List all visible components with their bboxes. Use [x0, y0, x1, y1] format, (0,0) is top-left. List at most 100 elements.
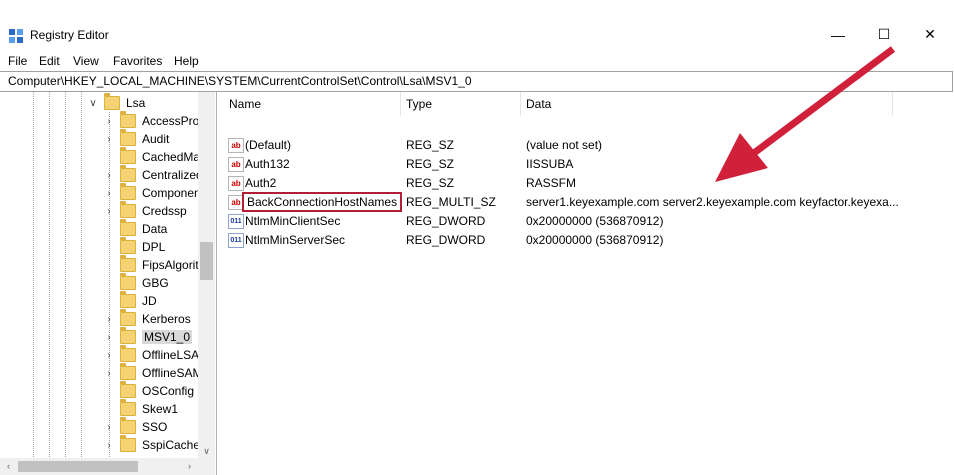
binary-value-icon: 011 — [228, 233, 244, 248]
value-name: Auth132 — [245, 157, 290, 171]
minimize-button[interactable]: — — [815, 18, 861, 51]
value-data: RASSFM — [526, 176, 577, 190]
folder-icon — [120, 183, 136, 200]
tree-item-label: Componen — [142, 186, 201, 200]
list-header: Name Type Data — [220, 92, 893, 116]
chevron-right-icon[interactable]: › — [104, 368, 114, 379]
tree-item[interactable]: Data — [104, 219, 167, 238]
tree-item[interactable]: DPL — [104, 237, 165, 256]
folder-icon — [120, 435, 136, 452]
scrollbar-corner — [198, 458, 215, 475]
value-data: 0x20000000 (536870912) — [526, 214, 664, 228]
folder-icon — [120, 255, 136, 272]
tree-item-lsa[interactable]: ∨ Lsa — [88, 93, 145, 112]
menu-edit[interactable]: Edit — [39, 54, 60, 68]
folder-icon — [120, 399, 136, 416]
tree-item[interactable]: OSConfig — [104, 381, 194, 400]
tree-item-selected[interactable]: › MSV1_0 — [104, 327, 193, 346]
menu-help[interactable]: Help — [174, 54, 199, 68]
chevron-right-icon[interactable]: › — [104, 332, 114, 343]
value-type: REG_SZ — [406, 157, 455, 171]
tree-item[interactable]: › Audit — [104, 129, 169, 148]
list-item[interactable]: ab Auth2 REG_SZ RASSFM — [220, 174, 954, 193]
folder-icon — [120, 327, 136, 344]
binary-value-icon: 011 — [228, 214, 244, 229]
column-header-type[interactable]: Type — [406, 97, 432, 111]
chevron-right-icon[interactable]: › — [104, 170, 114, 181]
chevron-right-icon[interactable]: › — [104, 314, 114, 325]
scroll-left-icon[interactable]: ‹ — [0, 458, 17, 475]
tree-item[interactable]: FipsAlgorit — [104, 255, 199, 274]
list-item-highlighted[interactable]: ab BackConnectionHostNames REG_MULTI_SZ … — [220, 192, 954, 212]
value-data: IISSUBA — [526, 157, 574, 171]
folder-icon — [120, 237, 136, 254]
tree-item-label: GBG — [142, 276, 169, 290]
chevron-right-icon[interactable]: › — [104, 134, 114, 145]
list-item[interactable]: 011 NtlmMinServerSec REG_DWORD 0x2000000… — [220, 231, 954, 250]
string-value-icon: ab — [228, 138, 244, 153]
tree-item[interactable]: › OfflineSAM — [104, 363, 202, 382]
tree-horizontal-scrollbar[interactable]: ‹ › — [0, 458, 198, 475]
chevron-down-icon[interactable]: ∨ — [88, 98, 98, 109]
list-item[interactable]: ab (Default) REG_SZ (value not set) — [220, 136, 954, 155]
address-path: Computer\HKEY_LOCAL_MACHINE\SYSTEM\Curre… — [8, 74, 472, 88]
folder-icon — [120, 309, 136, 326]
scroll-right-icon[interactable]: › — [181, 458, 198, 475]
value-name: BackConnectionHostNames — [241, 192, 403, 212]
window-title: Registry Editor — [30, 28, 109, 42]
tree-item[interactable]: CachedMac — [104, 147, 207, 166]
column-header-name[interactable]: Name — [229, 97, 261, 111]
menu-favorites[interactable]: Favorites — [113, 54, 162, 68]
folder-icon — [104, 93, 120, 110]
tree-item[interactable]: › Kerberos — [104, 309, 191, 328]
tree-item[interactable]: › AccessProv — [104, 111, 205, 130]
close-button[interactable]: ✕ — [907, 18, 953, 51]
tree-vertical-scrollbar[interactable]: ∨ — [198, 92, 215, 460]
list-item[interactable]: ab Auth132 REG_SZ IISSUBA — [220, 155, 954, 174]
chevron-right-icon[interactable]: › — [104, 188, 114, 199]
scrollbar-thumb[interactable] — [200, 242, 213, 280]
tree-item[interactable]: › Credssp — [104, 201, 187, 220]
close-icon: ✕ — [924, 26, 936, 42]
string-value-icon: ab — [228, 157, 244, 172]
tree-item-label: SSO — [142, 420, 168, 434]
folder-icon — [120, 417, 136, 434]
registry-editor-window: Registry Editor — ☐ ✕ File Edit View Fav… — [0, 18, 954, 475]
tree-item[interactable]: › Centralized — [104, 165, 203, 184]
tree-item-label: Kerberos — [142, 312, 191, 326]
values-list: Name Type Data ab (Default) REG_SZ (valu… — [220, 92, 954, 475]
tree-item[interactable]: Skew1 — [104, 399, 178, 418]
maximize-icon: ☐ — [877, 26, 891, 42]
value-name: (Default) — [245, 138, 292, 152]
tree-item[interactable]: JD — [104, 291, 157, 310]
tree-item-label: SspiCache — [142, 438, 201, 452]
scrollbar-thumb[interactable] — [18, 461, 138, 472]
registry-tree: ∨ Lsa › AccessProv › Audit CachedMac › Cent… — [0, 92, 217, 475]
menu-view[interactable]: View — [73, 54, 99, 68]
folder-icon — [120, 291, 136, 308]
chevron-right-icon[interactable]: › — [104, 422, 114, 433]
menu-bar: File Edit View Favorites Help — [0, 52, 954, 72]
value-name: NtlmMinServerSec — [245, 233, 346, 247]
chevron-right-icon[interactable]: › — [104, 350, 114, 361]
value-type: REG_MULTI_SZ — [406, 195, 496, 209]
tree-item[interactable]: › Componen — [104, 183, 201, 202]
tree-item-label: CachedMac — [142, 150, 207, 164]
folder-icon — [120, 363, 136, 380]
tree-item[interactable]: › OfflineLSA — [104, 345, 199, 364]
value-type: REG_DWORD — [406, 214, 486, 228]
list-item[interactable]: 011 NtlmMinClientSec REG_DWORD 0x2000000… — [220, 212, 954, 231]
folder-icon — [120, 201, 136, 218]
column-header-data[interactable]: Data — [526, 97, 551, 111]
maximize-button[interactable]: ☐ — [861, 18, 907, 51]
tree-item[interactable]: › SspiCache — [104, 435, 201, 454]
menu-file[interactable]: File — [8, 54, 27, 68]
chevron-right-icon[interactable]: › — [104, 440, 114, 451]
address-bar[interactable]: Computer\HKEY_LOCAL_MACHINE\SYSTEM\Curre… — [0, 71, 953, 92]
chevron-right-icon[interactable]: › — [104, 206, 114, 217]
tree-item[interactable]: › SSO — [104, 417, 168, 436]
chevron-right-icon[interactable]: › — [104, 116, 114, 127]
folder-icon — [120, 219, 136, 236]
tree-item-label: Credssp — [142, 204, 187, 218]
tree-item[interactable]: GBG — [104, 273, 169, 292]
